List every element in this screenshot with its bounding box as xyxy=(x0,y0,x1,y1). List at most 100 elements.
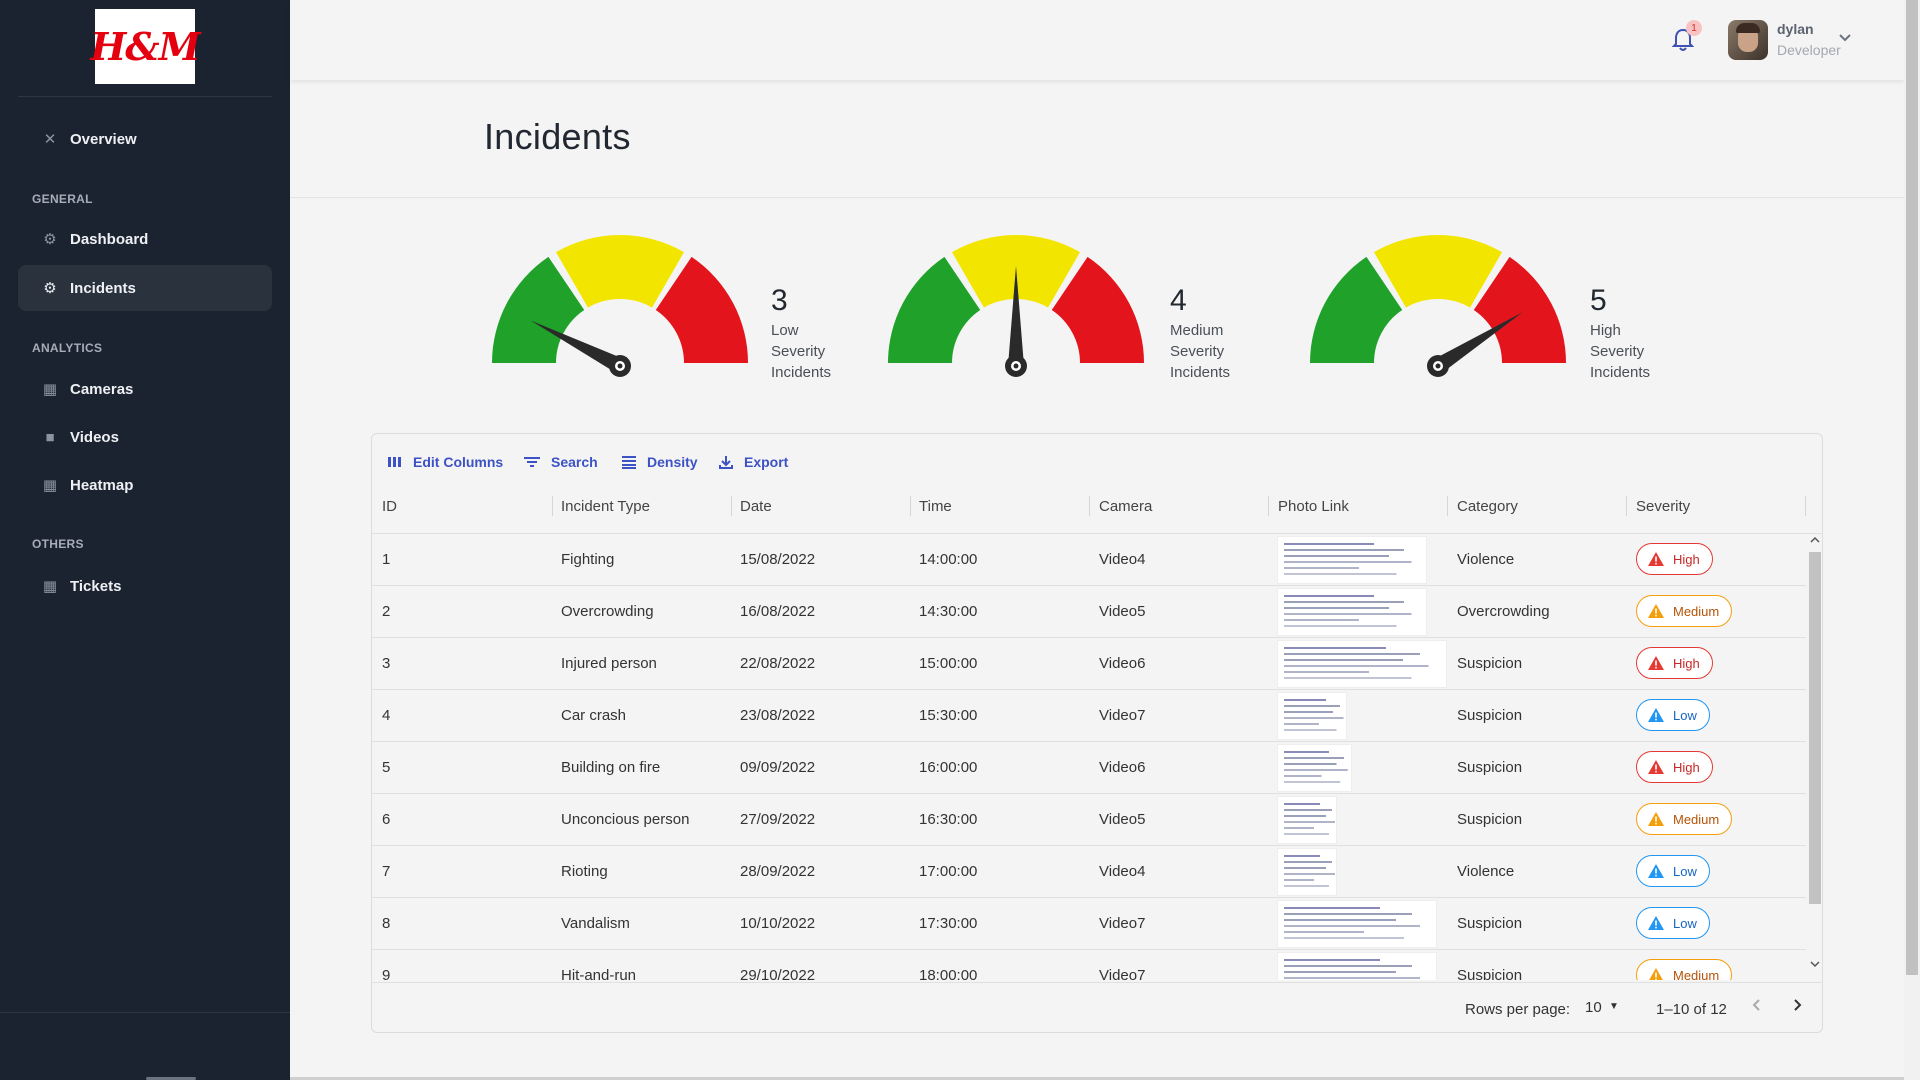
scrollbar-thumb[interactable] xyxy=(1809,552,1821,904)
gauge-label-line2: Incidents xyxy=(771,364,832,381)
severity-badge[interactable]: High xyxy=(1636,751,1713,783)
photo-thumbnail[interactable] xyxy=(1277,952,1437,980)
warning-icon xyxy=(1647,863,1665,879)
table-row[interactable]: 3 Injured person 22/08/2022 15:00:00 Video6 S… xyxy=(372,638,1806,690)
table-body: 1 Fighting 15/08/2022 14:00:00 Video4 Violenc… xyxy=(372,434,1806,980)
photo-thumbnail-image xyxy=(1278,589,1426,635)
brand-logo[interactable]: H&M xyxy=(90,9,201,84)
cell-camera: Video6 xyxy=(1099,759,1146,776)
cell-date: 10/10/2022 xyxy=(740,915,816,932)
page-scrollbar[interactable] xyxy=(1904,0,1920,1080)
cell-time: 14:30:00 xyxy=(919,603,978,620)
cell-date: 28/09/2022 xyxy=(740,863,816,880)
table-row[interactable]: 2 Overcrowding 16/08/2022 14:30:00 Video5 Ove… xyxy=(372,586,1806,638)
chevron-right-icon[interactable] xyxy=(1791,997,1803,1018)
photo-thumbnail[interactable] xyxy=(1277,536,1427,584)
photo-thumbnail-image xyxy=(1278,745,1351,791)
cell-id: 5 xyxy=(382,759,391,776)
table-row[interactable]: 4 Car crash 23/08/2022 15:30:00 Video7 Suspic… xyxy=(372,690,1806,742)
cell-time: 16:30:00 xyxy=(919,811,978,828)
sidebar-item-label: Overview xyxy=(70,130,137,148)
severity-badge[interactable]: Low xyxy=(1636,907,1710,939)
table-row[interactable]: 8 Vandalism 10/10/2022 17:30:00 Video7 Suspic… xyxy=(372,898,1806,950)
cell-time: 14:00:00 xyxy=(919,551,978,568)
notification-badge: 1 xyxy=(1686,20,1702,36)
warning-icon xyxy=(1647,707,1665,723)
cell-incident-type: Unconcious person xyxy=(561,811,690,828)
incidents-table: Edit Columns Search Density Export ID In… xyxy=(371,433,1823,1033)
cell-id: 8 xyxy=(382,915,391,932)
warning-icon xyxy=(1647,551,1665,567)
gauge-low: 3 Low Severity Incidents xyxy=(490,228,831,388)
table-row[interactable]: 5 Building on fire 09/09/2022 16:00:00 Video… xyxy=(372,742,1806,794)
sidebar-item-dashboard[interactable]: ⚙ Dashboard xyxy=(18,216,272,262)
severity-label: Medium xyxy=(1673,603,1720,619)
table-row[interactable]: 1 Fighting 15/08/2022 14:00:00 Video4 Violenc… xyxy=(372,534,1806,586)
table-scrollbar[interactable] xyxy=(1806,534,1822,970)
logo-text: H&M xyxy=(90,24,200,69)
severity-label: High xyxy=(1673,655,1700,671)
cell-incident-type: Injured person xyxy=(561,655,657,672)
cell-camera: Video4 xyxy=(1099,551,1146,568)
photo-thumbnail[interactable] xyxy=(1277,796,1337,844)
cell-category: Suspicion xyxy=(1457,655,1523,672)
photo-thumbnail-image xyxy=(1278,901,1436,947)
gauge-dial xyxy=(492,235,748,377)
severity-badge[interactable]: Medium xyxy=(1636,595,1733,627)
table-row[interactable]: 6 Unconcious person 27/09/2022 16:30:00 Vide… xyxy=(372,794,1806,846)
severity-label: Low xyxy=(1673,863,1697,879)
scroll-down-icon[interactable] xyxy=(1810,960,1820,968)
chevron-down-icon[interactable] xyxy=(1838,32,1852,46)
cell-id: 6 xyxy=(382,811,391,828)
rows-per-page-select[interactable]: 10 xyxy=(1585,999,1602,1016)
cell-category: Violence xyxy=(1457,551,1515,568)
warning-icon xyxy=(1647,967,1665,980)
sidebar-item-incidents[interactable]: ⚙ Incidents xyxy=(18,265,272,311)
gear-icon: ⚙ xyxy=(43,280,57,297)
photo-thumbnail[interactable] xyxy=(1277,900,1437,948)
sidebar-item-cameras[interactable]: ▦ Cameras xyxy=(18,366,272,412)
table-row[interactable]: 7 Rioting 28/09/2022 17:00:00 Video4 Violence… xyxy=(372,846,1806,898)
sidebar-item-tickets[interactable]: ▦ Tickets xyxy=(18,563,272,609)
scrollbar-thumb[interactable] xyxy=(1906,0,1918,975)
gauge-label-line1: High Severity xyxy=(1590,322,1645,360)
severity-badge[interactable]: Medium xyxy=(1636,803,1733,835)
chevron-left-icon[interactable] xyxy=(1751,997,1763,1018)
gear-icon: ⚙ xyxy=(43,231,57,248)
gauge-label-line2: Incidents xyxy=(1170,364,1231,381)
photo-thumbnail[interactable] xyxy=(1277,848,1337,896)
table-row[interactable]: 9 Hit-and-run 29/10/2022 18:00:00 Video7 Susp… xyxy=(372,950,1806,980)
cell-id: 3 xyxy=(382,655,391,672)
avatar[interactable] xyxy=(1728,20,1768,60)
severity-badge[interactable]: High xyxy=(1636,647,1713,679)
photo-thumbnail[interactable] xyxy=(1277,588,1427,636)
severity-badge[interactable]: Medium xyxy=(1636,959,1733,980)
caret-down-icon[interactable]: ▼ xyxy=(1609,1001,1619,1012)
cell-category: Violence xyxy=(1457,863,1515,880)
gauge-dial xyxy=(1310,235,1566,377)
cell-category: Suspicion xyxy=(1457,967,1523,980)
cell-category: Overcrowding xyxy=(1457,603,1550,620)
cell-incident-type: Rioting xyxy=(561,863,608,880)
sidebar-item-heatmap[interactable]: ▦ Heatmap xyxy=(18,462,272,508)
warning-icon xyxy=(1647,655,1665,671)
severity-badge[interactable]: Low xyxy=(1636,699,1710,731)
cell-date: 16/08/2022 xyxy=(740,603,816,620)
photo-thumbnail-image xyxy=(1278,641,1446,687)
cell-time: 16:00:00 xyxy=(919,759,978,776)
sidebar-item-overview[interactable]: ✕ Overview xyxy=(18,116,272,162)
cell-category: Suspicion xyxy=(1457,759,1523,776)
photo-thumbnail[interactable] xyxy=(1277,744,1352,792)
severity-badge[interactable]: High xyxy=(1636,543,1713,575)
scroll-up-icon[interactable] xyxy=(1810,536,1820,544)
photo-thumbnail[interactable] xyxy=(1277,692,1347,740)
sidebar-item-label: Heatmap xyxy=(70,476,134,494)
cell-time: 17:30:00 xyxy=(919,915,978,932)
cell-date: 23/08/2022 xyxy=(740,707,816,724)
photo-thumbnail-image xyxy=(1278,537,1426,583)
severity-badge[interactable]: Low xyxy=(1636,855,1710,887)
section-heading-general: GENERAL xyxy=(32,192,93,206)
photo-thumbnail[interactable] xyxy=(1277,640,1447,688)
sidebar-item-videos[interactable]: ■ Videos xyxy=(18,414,272,460)
severity-label: Low xyxy=(1673,915,1697,931)
